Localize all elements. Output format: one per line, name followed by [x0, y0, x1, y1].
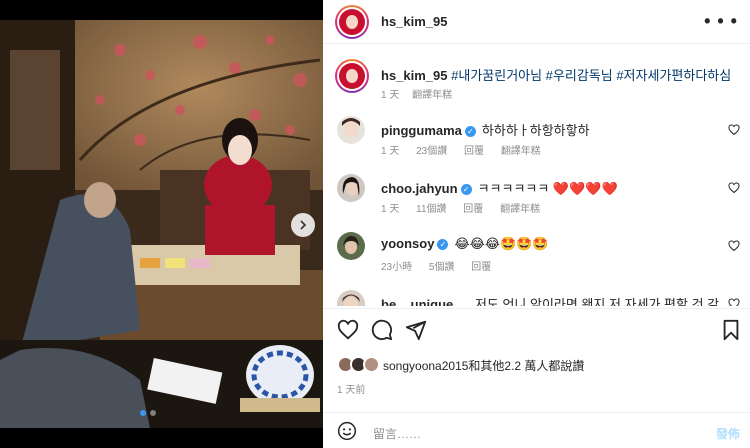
comment-translate-link[interactable]: 翻譯年糕	[500, 204, 540, 215]
commenter-avatar[interactable]	[337, 116, 365, 144]
commenter-username[interactable]: be__unique.__	[381, 297, 471, 306]
comment-line: choo.jahyun ✓ ㅋㅋㅋㅋㅋㅋ ❤️❤️❤️❤️	[381, 178, 618, 197]
comment-age: 23小時	[381, 262, 413, 273]
comment-like-heart-icon[interactable]	[728, 182, 740, 194]
caption-translate-link[interactable]: 翻譯年糕	[412, 90, 452, 101]
bookmark-icon[interactable]	[721, 319, 741, 341]
comment-item: yoonsoy ✓ 😂😂😂🤩🤩🤩 23小時 5個讚 回覆	[323, 224, 750, 280]
post-time: 1 天前	[337, 385, 366, 396]
comment-text: 하하하ㅏ하항하핳하	[481, 123, 590, 138]
comment-like-heart-icon[interactable]	[728, 124, 740, 136]
post-comment-button[interactable]: 發佈	[716, 425, 740, 442]
comment-age: 1 天	[381, 146, 400, 157]
comment-line: yoonsoy ✓ 😂😂😂🤩🤩🤩	[381, 236, 549, 252]
post-header: hs_kim_95 • • •	[323, 0, 750, 44]
comment-line: pinggumama ✓ 하하하ㅏ하항하핳하	[381, 120, 590, 139]
caption-age: 1 天	[381, 90, 400, 101]
post-photo	[0, 20, 323, 428]
verified-badge-icon: ✓	[460, 184, 472, 195]
comment-text: 저도 언니 앞이라면 왠지 저 자세가 편할 것 같	[474, 297, 720, 306]
comment-input[interactable]: 留言……	[373, 425, 421, 442]
comment-meta: 1 天 23個讚 回覆 翻譯年糕	[381, 142, 555, 157]
commenter-avatar[interactable]	[337, 290, 365, 306]
likes-summary[interactable]: songyoona2015和其他2.2 萬人都說讚	[337, 354, 584, 376]
next-photo-button[interactable]	[291, 213, 315, 237]
comment-reply-link[interactable]: 回覆	[464, 146, 484, 157]
likes-text[interactable]: songyoona2015和其他2.2 萬人都說讚	[383, 357, 584, 374]
caption-avatar[interactable]	[335, 59, 369, 93]
comment-reply-link[interactable]: 回覆	[463, 204, 483, 215]
caption-text: hs_kim_95 #내가꿈린거아님 #우리감독님 #저자세가편하다하심	[381, 65, 731, 84]
commenter-avatar[interactable]	[337, 232, 365, 260]
comment-likes[interactable]: 23個讚	[416, 146, 447, 157]
post-panel: hs_kim_95 • • • hs_kim_95 #내가꿈린거아님 #우리감독…	[323, 0, 750, 448]
comment-translate-link[interactable]: 翻譯年糕	[501, 146, 541, 157]
comment-text: ㅋㅋㅋㅋㅋㅋ ❤️❤️❤️❤️	[477, 181, 618, 196]
chevron-right-icon	[300, 220, 307, 230]
caption-meta: 1 天 翻譯年糕	[381, 86, 462, 101]
carousel-dot	[150, 410, 156, 416]
commenter-username[interactable]: yoonsoy	[381, 236, 434, 251]
comment-meta: 1 天 11個讚 回覆 翻譯年糕	[381, 200, 554, 215]
liker-avatars	[337, 355, 381, 375]
carousel-dot	[140, 410, 146, 416]
comment-line: be__unique.__ 저도 언니 앞이라면 왠지 저 자세가 편할 것 같	[381, 294, 719, 306]
add-comment-bar: 留言…… 發佈	[323, 412, 750, 448]
heart-icon[interactable]	[337, 319, 359, 341]
emoji-icon[interactable]	[337, 421, 357, 441]
comment-like-heart-icon[interactable]	[728, 298, 740, 306]
comment-age: 1 天	[381, 204, 400, 215]
comment-meta: 23小時 5個讚 回覆	[381, 258, 505, 273]
comment-text: 😂😂😂🤩🤩🤩	[454, 236, 549, 251]
comment-item: pinggumama ✓ 하하하ㅏ하항하핳하 1 天 23個讚 回覆 翻譯年糕	[323, 108, 750, 164]
comment-item: choo.jahyun ✓ ㅋㅋㅋㅋㅋㅋ ❤️❤️❤️❤️ 1 天 11個讚 回覆 …	[323, 166, 750, 222]
comment-like-heart-icon[interactable]	[728, 240, 740, 252]
commenter-avatar[interactable]	[337, 174, 365, 202]
post-caption: hs_kim_95 #내가꿈린거아님 #우리감독님 #저자세가편하다하심 1 天…	[323, 56, 750, 102]
comment-likes[interactable]: 11個讚	[416, 204, 446, 215]
comment-list[interactable]: pinggumama ✓ 하하하ㅏ하항하핳하 1 天 23個讚 回覆 翻譯年糕 ch…	[323, 108, 750, 306]
comment-reply-link[interactable]: 回覆	[471, 262, 491, 273]
action-bar	[323, 308, 750, 352]
comment-icon[interactable]	[371, 319, 393, 341]
author-username[interactable]: hs_kim_95	[381, 14, 448, 29]
carousel-indicator	[140, 410, 156, 416]
more-options-icon[interactable]: • • •	[704, 11, 738, 32]
post-media	[0, 0, 323, 448]
verified-badge-icon: ✓	[464, 126, 476, 137]
share-icon[interactable]	[405, 319, 427, 341]
comment-item: be__unique.__ 저도 언니 앞이라면 왠지 저 자세가 편할 것 같	[323, 282, 750, 306]
caption-hashtags[interactable]: #내가꿈린거아님 #우리감독님 #저자세가편하다하심	[451, 68, 731, 83]
comment-likes[interactable]: 5個讚	[429, 262, 455, 273]
caption-username[interactable]: hs_kim_95	[381, 68, 448, 83]
commenter-username[interactable]: pinggumama	[381, 123, 462, 138]
author-avatar[interactable]	[335, 5, 369, 39]
verified-badge-icon: ✓	[437, 239, 449, 250]
commenter-username[interactable]: choo.jahyun	[381, 181, 458, 196]
